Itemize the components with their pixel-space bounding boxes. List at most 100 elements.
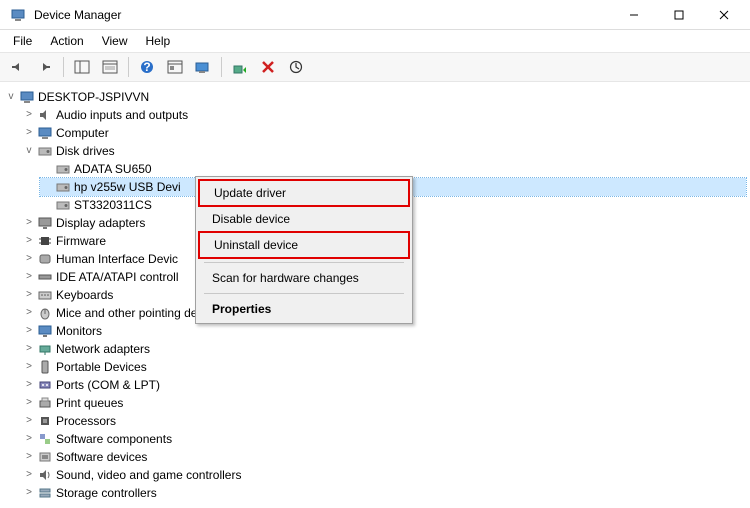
tree-label: Computer — [56, 124, 109, 142]
disk-icon — [55, 179, 71, 195]
tree-label: Storage controllers — [56, 484, 157, 502]
computer-icon — [37, 125, 53, 141]
audio-icon — [37, 107, 53, 123]
context-menu-update-driver[interactable]: Update driver — [198, 179, 410, 207]
tree-label: Sound, video and game controllers — [56, 466, 241, 484]
chevron-right-icon[interactable]: > — [22, 340, 36, 358]
chevron-right-icon[interactable]: > — [22, 232, 36, 250]
menubar: File Action View Help — [0, 30, 750, 52]
tree-item-network[interactable]: > Network adapters — [22, 340, 746, 358]
window-title: Device Manager — [32, 8, 611, 22]
tree-label: Audio inputs and outputs — [56, 106, 188, 124]
display-icon — [37, 215, 53, 231]
chevron-right-icon[interactable]: > — [22, 322, 36, 340]
action-toolbar-button[interactable] — [162, 55, 188, 79]
chevron-right-icon[interactable]: > — [22, 412, 36, 430]
tree-label: Display adapters — [56, 214, 145, 232]
tree-root-label: DESKTOP-JSPIVVN — [38, 88, 149, 106]
storage-icon — [37, 485, 53, 501]
chevron-right-icon[interactable]: > — [22, 124, 36, 142]
menu-action[interactable]: Action — [41, 32, 92, 50]
tree-item-processors[interactable]: >Processors — [22, 412, 746, 430]
forward-button[interactable] — [32, 55, 58, 79]
disk-icon — [55, 161, 71, 177]
tree-label: Software components — [56, 430, 172, 448]
maximize-button[interactable] — [656, 1, 701, 29]
uninstall-device-toolbar-button[interactable] — [255, 55, 281, 79]
cpu-icon — [37, 413, 53, 429]
tree-item-storage[interactable]: > Storage controllers — [22, 484, 746, 502]
show-hide-tree-button[interactable] — [69, 55, 95, 79]
chevron-right-icon[interactable]: > — [22, 484, 36, 502]
chevron-right-icon[interactable]: > — [22, 106, 36, 124]
tree-label: IDE ATA/ATAPI controll — [56, 268, 178, 286]
printer-icon — [37, 395, 53, 411]
port-icon — [37, 377, 53, 393]
tree-label: Keyboards — [56, 286, 113, 304]
tree-label: ST3320311CS — [74, 196, 152, 214]
tree-label: ADATA SU650 — [74, 160, 152, 178]
context-menu-separator — [204, 262, 404, 263]
context-menu-separator — [204, 293, 404, 294]
chevron-right-icon[interactable]: > — [22, 394, 36, 412]
tree-item-disk-drives[interactable]: v Disk drives — [22, 142, 746, 160]
chevron-right-icon[interactable]: > — [22, 448, 36, 466]
disk-icon — [55, 197, 71, 213]
expander-icon[interactable]: v — [4, 88, 18, 106]
mouse-icon — [37, 305, 53, 321]
tree-label: Network adapters — [56, 340, 150, 358]
tree-label: Print queues — [56, 394, 123, 412]
tree-root[interactable]: v DESKTOP-JSPIVVN — [4, 88, 746, 106]
tree-label: Ports (COM & LPT) — [56, 376, 160, 394]
ide-icon — [37, 269, 53, 285]
chevron-right-icon[interactable]: > — [22, 268, 36, 286]
app-icon — [10, 7, 26, 23]
tree-label: Monitors — [56, 322, 102, 340]
context-menu-disable-device[interactable]: Disable device — [198, 207, 410, 231]
component-icon — [37, 431, 53, 447]
portable-icon — [37, 359, 53, 375]
chevron-right-icon[interactable]: > — [22, 466, 36, 484]
hid-icon — [37, 251, 53, 267]
chevron-right-icon[interactable]: > — [22, 376, 36, 394]
chevron-right-icon[interactable]: > — [22, 214, 36, 232]
chip-icon — [37, 233, 53, 249]
software-icon — [37, 449, 53, 465]
tree-item-sw-components[interactable]: > Software components — [22, 430, 746, 448]
context-menu-scan-hardware[interactable]: Scan for hardware changes — [198, 266, 410, 290]
tree-label: Disk drives — [56, 142, 115, 160]
context-menu-uninstall-device[interactable]: Uninstall device — [198, 231, 410, 259]
context-menu-properties[interactable]: Properties — [198, 297, 410, 321]
tree-item-sound[interactable]: > Sound, video and game controllers — [22, 466, 746, 484]
menu-view[interactable]: View — [93, 32, 137, 50]
scan-hardware-toolbar-button[interactable] — [190, 55, 216, 79]
tree-item-audio[interactable]: > Audio inputs and outputs — [22, 106, 746, 124]
properties-toolbar-button[interactable] — [97, 55, 123, 79]
tree-item-ports[interactable]: > Ports (COM & LPT) — [22, 376, 746, 394]
tree-label: Portable Devices — [56, 358, 147, 376]
expander-icon[interactable]: v — [22, 142, 36, 160]
keyboard-icon — [37, 287, 53, 303]
chevron-right-icon[interactable]: > — [22, 250, 36, 268]
chevron-right-icon[interactable]: > — [22, 304, 36, 322]
back-button[interactable] — [4, 55, 30, 79]
tree-label: Software devices — [56, 448, 147, 466]
tree-item-sw-devices[interactable]: > Software devices — [22, 448, 746, 466]
tree-item-monitors[interactable]: > Monitors — [22, 322, 746, 340]
tree-item-computer[interactable]: > Computer — [22, 124, 746, 142]
menu-help[interactable]: Help — [137, 32, 180, 50]
chevron-right-icon[interactable]: > — [22, 358, 36, 376]
minimize-button[interactable] — [611, 1, 656, 29]
tree-item-print-queues[interactable]: > Print queues — [22, 394, 746, 412]
tree-item-portable[interactable]: > Portable Devices — [22, 358, 746, 376]
chevron-right-icon[interactable]: > — [22, 430, 36, 448]
update-driver-toolbar-button[interactable] — [283, 55, 309, 79]
close-button[interactable] — [701, 1, 746, 29]
titlebar: Device Manager — [0, 0, 750, 30]
tree-label: Human Interface Devic — [56, 250, 178, 268]
help-toolbar-button[interactable]: ? — [134, 55, 160, 79]
enable-device-toolbar-button[interactable] — [227, 55, 253, 79]
menu-file[interactable]: File — [4, 32, 41, 50]
tree-label: Firmware — [56, 232, 106, 250]
chevron-right-icon[interactable]: > — [22, 286, 36, 304]
